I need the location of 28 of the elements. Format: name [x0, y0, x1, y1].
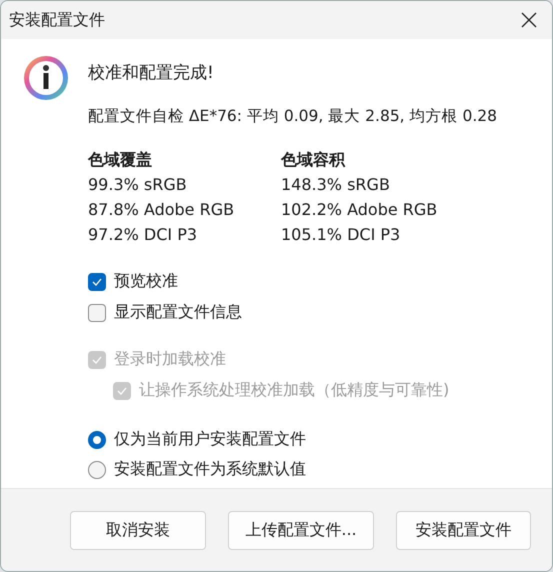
- dialog-button[interactable]: 上传配置文件...: [228, 510, 374, 550]
- check-icon: [117, 386, 127, 394]
- gamut-value: 105.1% DCI P3: [281, 224, 402, 246]
- checkbox-label: 让操作系统处理校准加载（低精度与可靠性): [139, 380, 450, 401]
- info-icon: [23, 55, 69, 101]
- gamut-value: 102.2% Adobe RGB: [281, 199, 438, 221]
- check-icon: [92, 278, 102, 286]
- radio-label: 安装配置文件为系统默认值: [114, 459, 306, 480]
- check-icon: [92, 356, 102, 364]
- radio-button[interactable]: [88, 430, 106, 448]
- checkbox[interactable]: [88, 272, 106, 290]
- window-title: 安装配置文件: [9, 10, 105, 30]
- dialog-button[interactable]: 安装配置文件: [396, 510, 531, 550]
- radio-button[interactable]: [88, 460, 106, 478]
- checkbox-label: 登录时加载校准: [114, 349, 226, 370]
- checkbox-label: 预览校准: [114, 271, 178, 292]
- checkbox-label: 显示配置文件信息: [114, 302, 242, 323]
- checkbox[interactable]: [88, 304, 106, 322]
- self-check-summary: 配置文件自检 ΔE*76: 平均 0.09, 最大 2.85, 均方根 0.28: [88, 106, 497, 127]
- gamut-value: 87.8% Adobe RGB: [88, 199, 236, 221]
- gamut-heading: 色域覆盖: [88, 149, 153, 171]
- dialog-button[interactable]: 取消安装: [70, 510, 206, 550]
- gamut-heading: 色域容积: [281, 149, 346, 171]
- gamut-value: 97.2% DCI P3: [88, 224, 198, 246]
- gamut-value: 99.3% sRGB: [88, 174, 188, 196]
- radio-label: 仅为当前用户安装配置文件: [114, 429, 306, 450]
- gamut-value: 148.3% sRGB: [281, 174, 391, 196]
- status-heading: 校准和配置完成!: [88, 62, 215, 84]
